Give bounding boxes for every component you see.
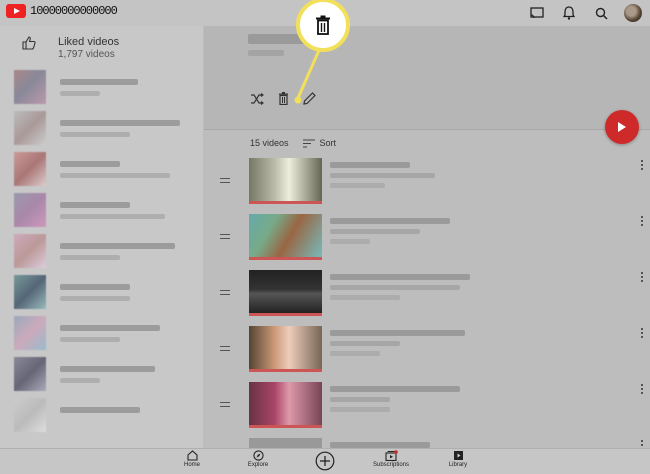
edit-pencil-icon[interactable] [303, 92, 316, 110]
bottom-navigation: Home Explore Subscriptions Library [0, 448, 650, 474]
drag-handle-icon[interactable] [220, 346, 230, 354]
sort-label: Sort [319, 138, 337, 148]
video-thumbnail [249, 326, 322, 372]
nav-create[interactable] [295, 449, 355, 472]
video-thumbnail [249, 438, 322, 448]
video-thumbnail [249, 382, 322, 428]
thumbs-up-icon [22, 36, 36, 55]
trash-icon [316, 15, 330, 35]
subscriptions-icon [384, 450, 398, 461]
table-row[interactable] [220, 326, 645, 372]
video-thumbnail [14, 234, 46, 268]
more-options-icon[interactable] [641, 328, 645, 340]
nav-subscriptions-label: Subscriptions [372, 462, 410, 468]
playlist-title: Liked videos [58, 36, 120, 48]
create-plus-icon [315, 451, 335, 471]
playlist-header [204, 26, 650, 129]
video-thumbnail [14, 398, 46, 432]
search-icon[interactable] [592, 4, 610, 22]
table-row[interactable] [220, 438, 645, 450]
drag-handle-icon[interactable] [220, 402, 230, 410]
table-row[interactable] [220, 158, 645, 204]
cast-icon[interactable] [528, 4, 546, 22]
video-thumbnail [249, 158, 322, 204]
table-row[interactable] [220, 382, 645, 428]
playlist-panel: Liked videos 1,797 videos [0, 26, 203, 448]
table-row[interactable] [220, 214, 645, 260]
video-thumbnail [14, 70, 46, 104]
video-thumbnail [14, 275, 46, 309]
drag-handle-icon[interactable] [220, 290, 230, 298]
home-icon [186, 450, 198, 461]
drag-handle-icon[interactable] [220, 234, 230, 242]
list-item[interactable] [14, 357, 199, 391]
youtube-logo[interactable]: 10000000000000 [6, 4, 118, 18]
play-icon [618, 122, 626, 132]
list-item[interactable] [14, 193, 199, 227]
play-all-button[interactable] [605, 110, 639, 144]
video-count: 15 videos [250, 138, 289, 148]
shuffle-icon[interactable] [250, 92, 264, 110]
nav-library-label: Library [448, 462, 468, 468]
drag-handle-icon[interactable] [220, 178, 230, 186]
video-thumbnail [249, 214, 322, 260]
compass-icon [252, 450, 264, 461]
more-options-icon[interactable] [641, 384, 645, 396]
more-options-icon[interactable] [641, 272, 645, 284]
avatar[interactable] [624, 4, 642, 22]
divider [204, 129, 650, 130]
video-thumbnail [14, 357, 46, 391]
list-item[interactable] [14, 70, 199, 104]
list-item[interactable] [14, 398, 199, 432]
list-item[interactable] [14, 111, 199, 145]
nav-explore[interactable]: Explore [228, 449, 288, 468]
nav-library[interactable]: Library [428, 449, 488, 468]
blurred-subtitle [248, 50, 284, 56]
video-thumbnail [14, 316, 46, 350]
bell-icon[interactable] [560, 4, 578, 22]
list-item[interactable] [14, 275, 199, 309]
nav-home[interactable]: Home [162, 449, 222, 468]
youtube-logo-icon [6, 4, 26, 18]
video-thumbnail [14, 152, 46, 186]
sort-button[interactable]: Sort [302, 138, 337, 148]
nav-home-label: Home [183, 462, 200, 468]
trash-callout [296, 0, 350, 52]
trash-icon[interactable] [278, 92, 289, 110]
nav-explore-label: Explore [247, 462, 269, 468]
video-thumbnail [14, 111, 46, 145]
library-icon [453, 451, 463, 460]
more-options-icon[interactable] [641, 216, 645, 228]
video-thumbnail [249, 270, 322, 316]
logo-text: 10000000000000 [30, 4, 118, 18]
list-item[interactable] [14, 316, 199, 350]
nav-subscriptions[interactable]: Subscriptions [361, 449, 421, 468]
sort-icon [302, 139, 315, 147]
more-options-icon[interactable] [641, 160, 645, 172]
video-thumbnail [14, 193, 46, 227]
list-item[interactable] [14, 234, 199, 268]
playlist-count: 1,797 videos [58, 49, 115, 60]
list-item[interactable] [14, 152, 199, 186]
table-row[interactable] [220, 270, 645, 316]
